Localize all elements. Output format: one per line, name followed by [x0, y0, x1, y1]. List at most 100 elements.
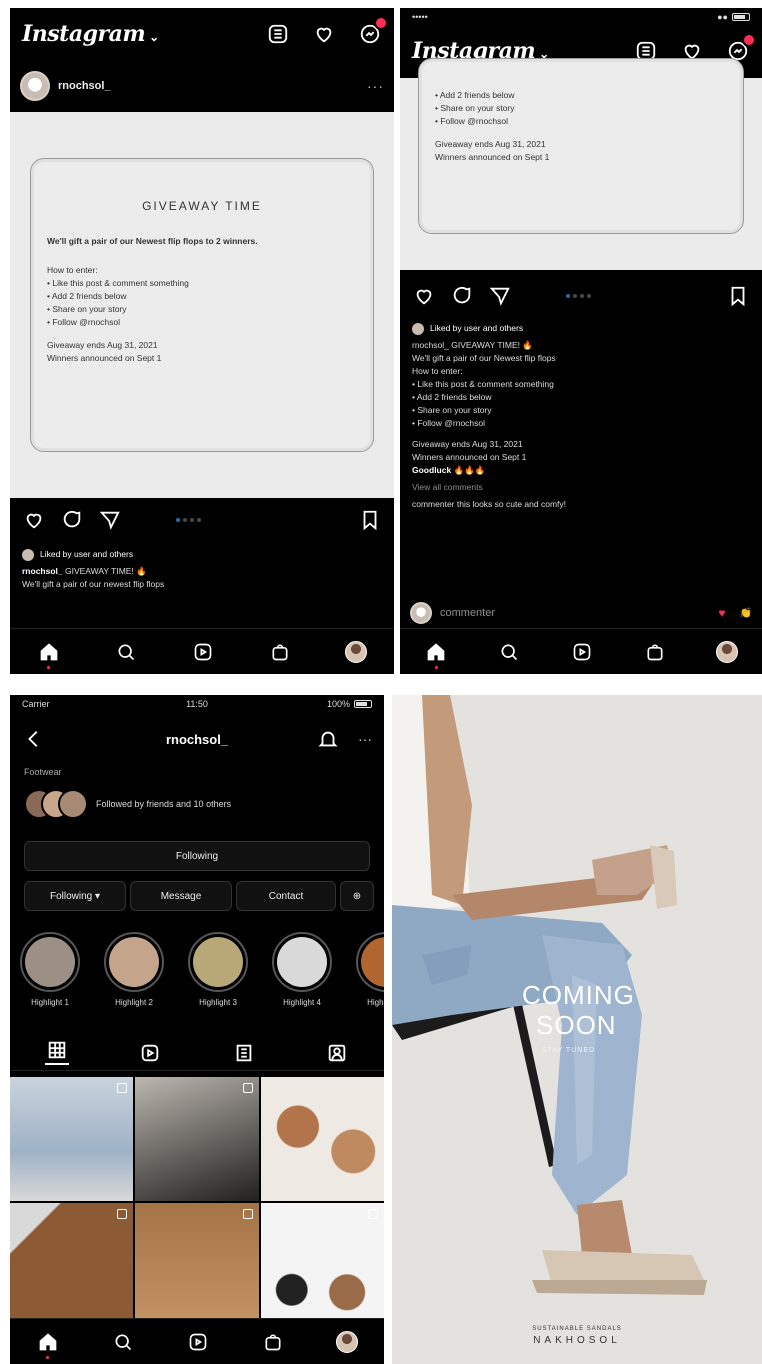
- comment-icon[interactable]: [60, 508, 84, 532]
- caption-line: • Like this post & comment something: [412, 379, 554, 389]
- guides-tab-icon[interactable]: [232, 1041, 256, 1065]
- messenger-icon[interactable]: [358, 16, 388, 46]
- heart-reaction-icon: ♥: [718, 606, 726, 620]
- post-image[interactable]: GIVEAWAY TIME We'll gift a pair of our N…: [10, 112, 394, 498]
- followed-by[interactable]: Followed by friends and 10 others: [24, 789, 370, 819]
- post-actions: [400, 278, 762, 314]
- brand-tagline: SUSTAINABLE SANDALS: [532, 1326, 622, 1332]
- bookmark-icon[interactable]: [726, 284, 750, 308]
- caption-line: Giveaway ends Aug 31, 2021: [412, 439, 523, 449]
- bell-icon[interactable]: [316, 727, 340, 751]
- profile-category: Footwear: [24, 767, 62, 777]
- caption-line: We'll gift a pair of our Newest flip flo…: [412, 353, 556, 363]
- highlight-item[interactable]: Highlight 5: [356, 932, 384, 1007]
- highlight-label: Highlight 1: [31, 998, 69, 1007]
- bottom-nav: [10, 628, 394, 674]
- follow-status-button[interactable]: Following: [24, 841, 370, 871]
- caption-line: Goodluck: [412, 465, 452, 475]
- view-all-comments-link[interactable]: View all comments: [412, 481, 750, 494]
- post-caption: Liked by user and others rnochsol_ GIVEA…: [22, 548, 382, 591]
- shop-icon[interactable]: [268, 640, 292, 664]
- comment-icon[interactable]: [450, 284, 474, 308]
- rule-item: • Share on your story: [47, 304, 127, 314]
- grid-tile[interactable]: [135, 1203, 259, 1327]
- battery-icon: [354, 700, 372, 708]
- search-icon[interactable]: [114, 640, 138, 664]
- feed-screen-giveaway: Instagram ⌄ rnochsol_ ··· GIVEAWAY TIME W…: [10, 8, 394, 674]
- card-line: • Add 2 friends below: [435, 90, 515, 100]
- more-options-icon[interactable]: ···: [367, 78, 384, 94]
- carousel-icon: [117, 1083, 128, 1093]
- brand-name: NAKHOSOL: [533, 1335, 621, 1346]
- caption-username[interactable]: rnochsol_: [22, 566, 63, 576]
- share-icon[interactable]: [488, 284, 512, 308]
- card-line: • Share on your story: [435, 103, 515, 113]
- contact-button[interactable]: Contact: [236, 881, 336, 911]
- message-button[interactable]: Message: [130, 881, 232, 911]
- grid-tile[interactable]: [135, 1077, 259, 1201]
- profile-tab-avatar[interactable]: [336, 1330, 359, 1353]
- tagged-tab-icon[interactable]: [325, 1041, 349, 1065]
- caption-line: How to enter:: [412, 366, 463, 376]
- post-image[interactable]: • Add 2 friends below • Share on your st…: [400, 58, 762, 270]
- brand-signature: SUSTAINABLE SANDALS NAKHOSOL: [392, 1326, 762, 1346]
- more-options-icon[interactable]: ···: [358, 731, 372, 747]
- grid-tile[interactable]: [10, 1077, 134, 1201]
- highlight-label: Highlight 4: [283, 998, 321, 1007]
- grid-tile[interactable]: [260, 1203, 384, 1327]
- grid-tab-icon[interactable]: [44, 1041, 69, 1065]
- avatar[interactable]: [20, 71, 50, 101]
- home-icon[interactable]: [37, 640, 61, 669]
- search-icon[interactable]: [497, 640, 521, 664]
- home-icon[interactable]: [36, 1330, 60, 1359]
- highlight-item[interactable]: Highlight 4: [272, 932, 332, 1007]
- liker-avatar: [412, 322, 424, 335]
- grid-tile[interactable]: [10, 1203, 134, 1327]
- back-arrow-icon[interactable]: [22, 727, 46, 751]
- profile-tab-avatar[interactable]: [345, 640, 368, 663]
- story-highlights: Highlight 1 Highlight 2 Highlight 3 High…: [20, 932, 384, 1007]
- like-heart-icon[interactable]: [22, 508, 46, 532]
- highlight-item[interactable]: Highlight 3: [188, 932, 248, 1007]
- grid-tile[interactable]: [260, 1077, 384, 1201]
- post-username[interactable]: rnochsol_: [58, 80, 111, 92]
- search-icon[interactable]: [111, 1330, 135, 1354]
- heart-icon[interactable]: [312, 22, 336, 46]
- highlight-label: Highlight 2: [115, 998, 153, 1007]
- shop-icon[interactable]: [261, 1330, 285, 1354]
- profile-tab-avatar[interactable]: [715, 640, 738, 663]
- bookmark-icon[interactable]: [358, 508, 382, 532]
- next-post-username[interactable]: commenter: [440, 607, 495, 619]
- reels-icon[interactable]: [186, 1330, 210, 1354]
- highlight-item[interactable]: Highlight 2: [104, 932, 164, 1007]
- bottom-nav: [400, 628, 762, 674]
- home-icon[interactable]: [424, 640, 448, 669]
- add-person-icon: ⊕: [352, 890, 362, 902]
- highlight-cover: [25, 937, 75, 987]
- shop-icon[interactable]: [643, 640, 667, 664]
- card-title: GIVEAWAY TIME: [142, 199, 262, 213]
- notification-badge: [742, 33, 756, 47]
- reels-icon[interactable]: [570, 640, 594, 664]
- liked-by-text[interactable]: Liked by user and others: [40, 548, 133, 561]
- highlight-item[interactable]: Highlight 1: [20, 932, 80, 1007]
- following-dropdown-button[interactable]: Following ▾: [24, 881, 126, 911]
- feed-screen-caption: ••••• ●● Instagram ⌄ • Add 2 friends below…: [400, 8, 762, 674]
- giveaway-card: • Add 2 friends below • Share on your st…: [418, 58, 744, 234]
- coming-soon-teaser: COMING SOON STAY TUNED SUSTAINABLE SANDA…: [392, 695, 762, 1364]
- card-line: • Follow @rnochsol: [435, 116, 509, 126]
- instagram-logo[interactable]: Instagram ⌄: [22, 21, 159, 47]
- share-icon[interactable]: [98, 508, 122, 532]
- reels-icon[interactable]: [191, 640, 215, 664]
- status-bar: Carrier 11:50 100%: [10, 695, 384, 713]
- avatar[interactable]: [410, 602, 432, 624]
- add-person-button[interactable]: ⊕: [340, 881, 374, 911]
- reels-tab-icon[interactable]: [138, 1041, 162, 1065]
- highlight-label: Highlight 5: [367, 998, 384, 1007]
- rule-item: • Like this post & comment something: [47, 278, 189, 288]
- liked-by-text[interactable]: Liked by user and others: [430, 322, 523, 335]
- post-caption: Liked by user and others rnochsol_ GIVEA…: [412, 322, 750, 511]
- like-heart-icon[interactable]: [412, 284, 436, 308]
- new-post-icon[interactable]: [266, 22, 290, 46]
- highlight-label: Highlight 3: [199, 998, 237, 1007]
